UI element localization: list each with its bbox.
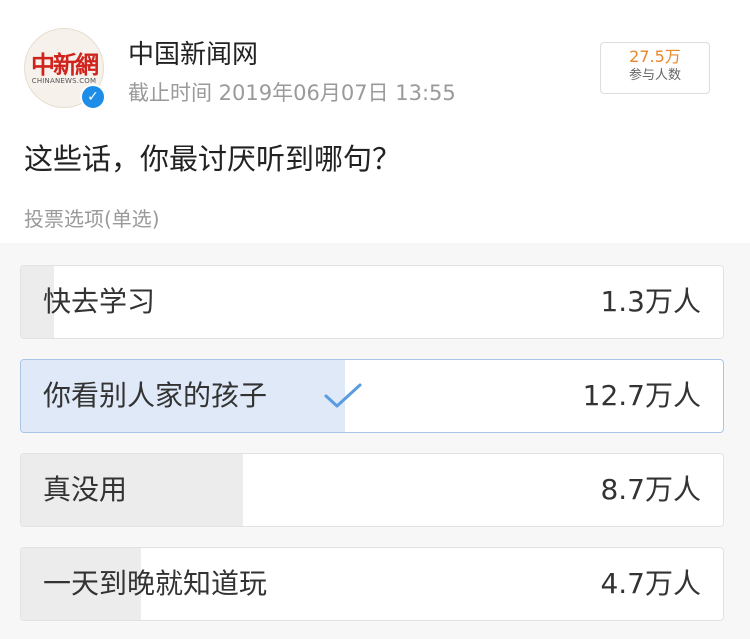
account-name[interactable]: 中国新闻网 [128,34,258,71]
poll-option[interactable]: 真没用 8.7万人 [20,453,724,527]
poll-options: 快去学习 1.3万人 你看别人家的孩子 12.7万人 真没用 8.7万人 一天到… [0,243,750,639]
option-label: 一天到晚就知道玩 [43,567,268,600]
poll-option[interactable]: 一天到晚就知道玩 4.7万人 [20,547,724,621]
participants-count: 27.5万 [629,47,681,66]
option-votes: 4.7万人 [600,567,701,600]
option-label: 真没用 [43,473,128,506]
participants-label: 参与人数 [628,68,681,83]
option-votes: 1.3万人 [600,285,701,318]
participants-badge: 27.5万 参与人数 [600,42,710,94]
poll-question: 这些话，你最讨厌听到哪句？ [24,142,402,176]
poll-option[interactable]: 快去学习 1.3万人 [20,265,724,339]
option-label: 你看别人家的孩子 [43,379,268,412]
vote-type-label: 投票选项(单选) [24,207,160,231]
option-votes: 8.7万人 [600,473,701,506]
deadline-text: 截止时间 2019年06月07日 13:55 [128,81,456,105]
check-icon [324,383,362,408]
poll-header: 中新網 CHINANEWS.COM ✓ 中国新闻网 截止时间 2019年06月0… [0,0,750,120]
poll-option-selected[interactable]: 你看别人家的孩子 12.7万人 [20,359,724,433]
option-votes: 12.7万人 [582,379,701,412]
verified-badge-icon: ✓ [80,84,106,110]
option-label: 快去学习 [43,285,156,318]
chinanews-logo: 中新網 [31,50,99,79]
